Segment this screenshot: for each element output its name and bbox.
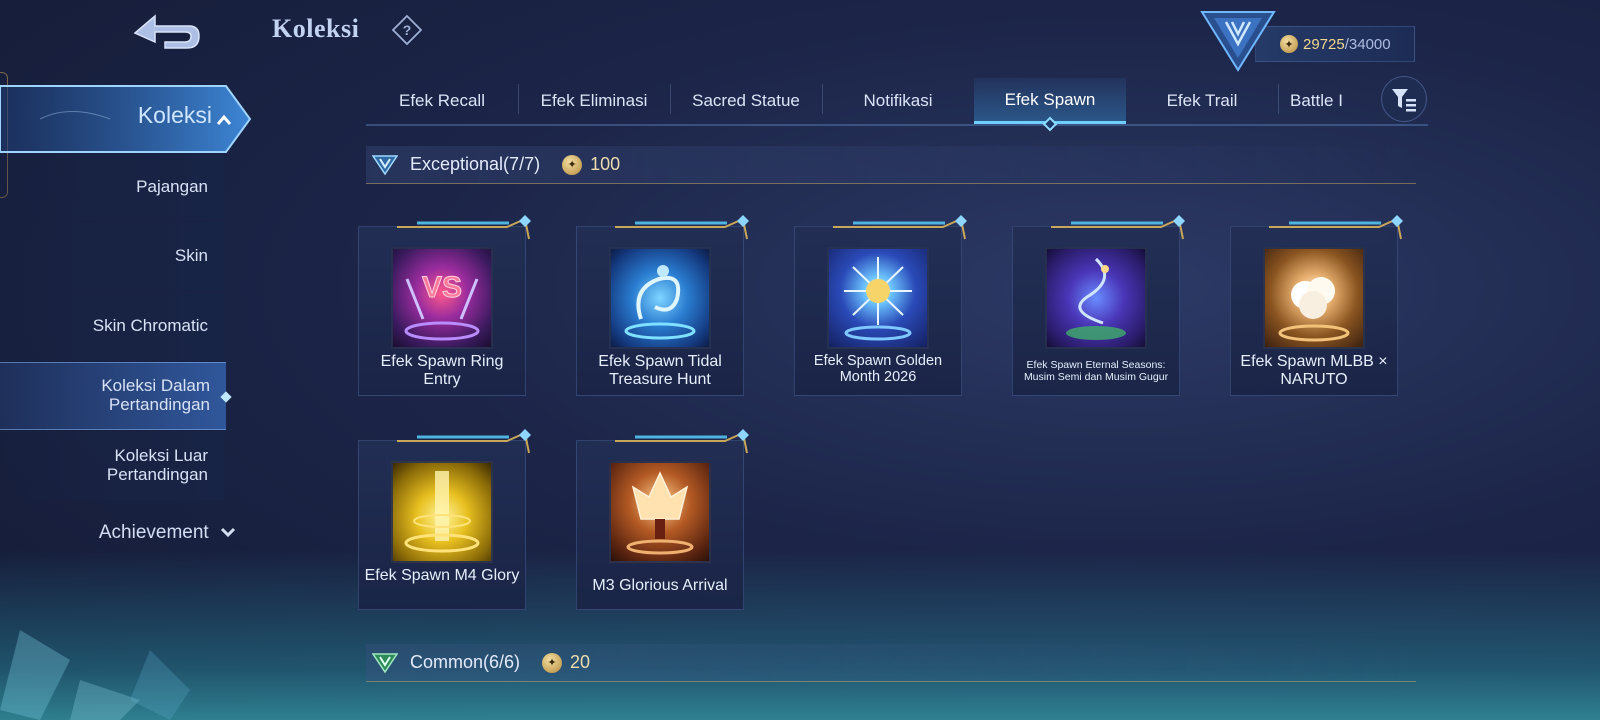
rank-emblem-icon	[1200, 11, 1276, 72]
sidebar-item-koleksi-dalam-pertandingan[interactable]: Koleksi Dalam Pertandingan	[0, 362, 232, 430]
tab-label: Efek Recall	[399, 91, 485, 110]
card-thumbnail	[609, 461, 711, 563]
page-title: Koleksi	[272, 14, 360, 43]
coin-icon: ✦	[1280, 35, 1298, 53]
collection-card[interactable]: Efek Spawn Golden Month 2026	[794, 215, 967, 396]
svg-text:VS: VS	[422, 271, 462, 304]
sidebar-item-label: Koleksi Luar Pertandingan	[106, 446, 208, 484]
background-glow	[0, 550, 1600, 720]
section-cost: ✦ 20	[542, 652, 590, 673]
sidebar-item-skin-chromatic[interactable]: Skin Chromatic	[0, 292, 224, 360]
card-title: Efek Spawn Tidal Treasure Hunt	[598, 353, 722, 388]
tab-label: Efek Spawn	[1004, 89, 1096, 109]
collection-card[interactable]: Efek Spawn Eternal Seasons: Musim Semi d…	[1012, 215, 1185, 396]
rank-chevron-icon	[372, 154, 398, 175]
card-thumbnail	[1045, 247, 1147, 349]
collection-card[interactable]: Efek Spawn Tidal Treasure Hunt	[576, 215, 749, 396]
water-swirl-icon	[624, 265, 696, 340]
section-cost: ✦ 100	[562, 154, 620, 175]
chevron-down-icon	[220, 527, 236, 538]
card-thumbnail	[609, 247, 711, 349]
active-tab-frame	[0, 85, 252, 153]
seasons-spiral-icon	[1066, 257, 1126, 340]
sidebar-item-skin[interactable]: Skin	[0, 222, 224, 290]
golden-pillar-icon	[404, 471, 480, 553]
card-title: Efek Spawn Golden Month 2026	[813, 353, 943, 385]
tab-battle[interactable]: Battle I	[1278, 78, 1388, 124]
decorative-crystal-shards	[0, 630, 190, 720]
sidebar-item-label: Koleksi Dalam Pertandingan	[101, 376, 210, 414]
card-title: Efek Spawn Eternal Seasons: Musim Semi d…	[1023, 359, 1169, 383]
collection-card[interactable]: M3 Glorious Arrival	[576, 429, 749, 610]
back-arrow-icon	[133, 14, 200, 49]
collection-card[interactable]: VS Efek Spawn Ring Entry	[358, 215, 531, 396]
rank-chevron-icon	[372, 652, 398, 673]
tab-label: Sacred Statue	[692, 91, 800, 110]
card-title: M3 Glorious Arrival	[592, 577, 728, 594]
tab-label: Battle I	[1290, 91, 1343, 110]
card-thumbnail	[827, 247, 929, 349]
collection-points: ✦ 29725/34000	[1255, 26, 1415, 62]
sidebar-item-label: Pajangan	[136, 176, 208, 196]
card-ribbon-decoration	[615, 215, 749, 240]
card-ribbon-decoration	[397, 215, 531, 240]
svg-text:?: ?	[403, 22, 412, 38]
tab-sacred-statue[interactable]: Sacred Statue	[670, 78, 822, 124]
starburst-icon	[844, 257, 912, 341]
sidebar-main-label: Koleksi	[137, 102, 212, 128]
card-thumbnail: VS	[391, 247, 493, 349]
card-ribbon-decoration	[1269, 215, 1403, 240]
points-max: 34000	[1348, 35, 1391, 53]
card-ribbon-decoration	[1051, 215, 1185, 240]
sidebar-item-label: Skin	[174, 245, 208, 265]
selected-indicator	[220, 391, 232, 403]
collection-card[interactable]: Efek Spawn M4 Glory	[358, 429, 531, 610]
tab-label: Notifikasi	[863, 91, 933, 110]
crown-emblem-icon	[626, 471, 694, 555]
collection-card[interactable]: Efek Spawn MLBB × NARUTO	[1230, 215, 1403, 396]
filter-button[interactable]	[1381, 76, 1427, 122]
card-title: Efek Spawn M4 Glory	[364, 567, 520, 584]
coin-icon: ✦	[542, 652, 563, 673]
section-header-common: Common(6/6) ✦ 20	[366, 644, 1416, 682]
coin-icon: ✦	[562, 154, 583, 175]
back-button[interactable]	[120, 8, 210, 58]
card-thumbnail	[1263, 247, 1365, 349]
section-title: Common(6/6)	[410, 652, 521, 672]
points-current: 29725	[1303, 35, 1345, 53]
filter-icon	[1392, 89, 1416, 112]
tab-notifikasi[interactable]: Notifikasi	[822, 78, 974, 124]
achievement-label: Achievement	[98, 522, 209, 543]
help-icon[interactable]: ?	[392, 15, 422, 45]
card-ribbon-decoration	[615, 429, 749, 454]
tab-efek-recall[interactable]: Efek Recall	[366, 78, 518, 124]
sidebar-item-pajangan[interactable]: Pajangan	[0, 154, 224, 220]
tab-efek-trail[interactable]: Efek Trail	[1126, 78, 1278, 124]
vs-emblem-icon: VS	[404, 271, 480, 341]
tab-label: Efek Trail	[1166, 91, 1238, 110]
section-cost-value: 20	[570, 652, 591, 672]
sidebar-achievement[interactable]: Achievement	[0, 522, 236, 544]
smoke-cloud-icon	[1278, 277, 1350, 342]
sidebar-item-label: Skin Chromatic	[92, 315, 208, 335]
section-title: Exceptional(7/7)	[410, 154, 541, 174]
section-header-exceptional: Exceptional(7/7) ✦ 100	[366, 146, 1416, 184]
card-thumbnail	[391, 461, 493, 563]
sidebar-item-koleksi-luar-pertandingan[interactable]: Koleksi Luar Pertandingan	[0, 432, 224, 500]
sidebar-main-koleksi[interactable]: Koleksi	[0, 84, 252, 154]
card-ribbon-decoration	[397, 429, 531, 454]
active-tab-marker	[1042, 116, 1058, 132]
tab-label: Efek Eliminasi	[540, 91, 648, 110]
card-ribbon-decoration	[833, 215, 967, 240]
tab-efek-eliminasi[interactable]: Efek Eliminasi	[518, 78, 670, 124]
section-cost-value: 100	[590, 154, 621, 174]
card-title: Efek Spawn MLBB × NARUTO	[1240, 353, 1388, 388]
chevron-up-icon	[216, 114, 232, 125]
category-tabs: Efek Recall Efek Eliminasi Sacred Statue…	[366, 78, 1428, 132]
card-title: Efek Spawn Ring Entry	[380, 353, 504, 388]
